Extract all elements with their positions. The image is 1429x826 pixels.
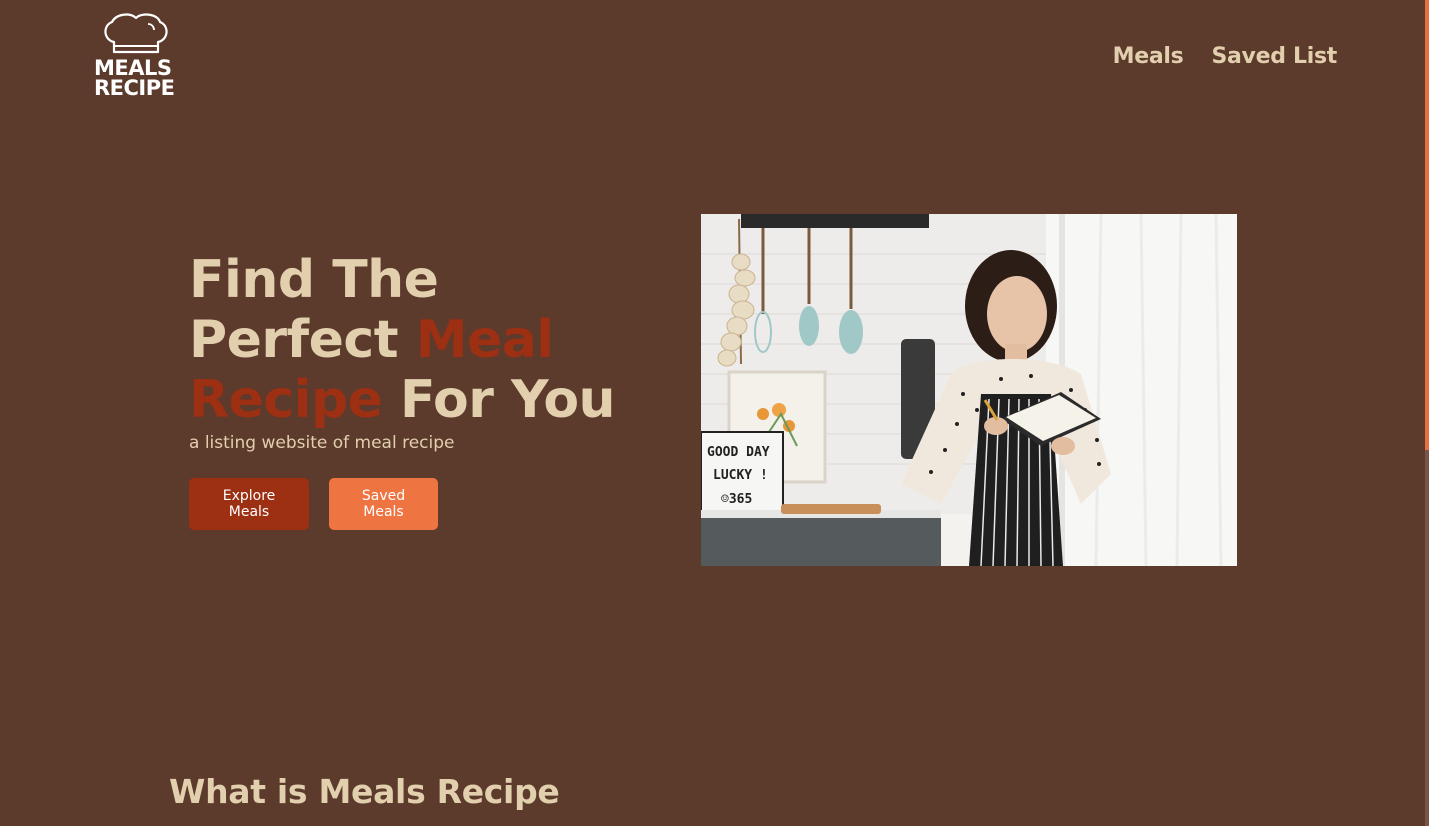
nav-link-saved-list[interactable]: Saved List: [1211, 44, 1337, 69]
hero-photo-illustration: GOOD DAY LUCKY ! ☺365: [701, 214, 1237, 566]
main-nav: Meals Saved List: [1113, 44, 1338, 69]
saved-meals-button[interactable]: Saved Meals: [329, 478, 438, 530]
hero-title-part1: Find The Perfect: [189, 250, 439, 370]
page: MEALS RECIPE Meals Saved List Find The P…: [0, 0, 1429, 826]
logo-text: MEALS RECIPE: [94, 56, 188, 100]
hero-title-part2: For You: [382, 370, 616, 430]
chef-hat-icon: [104, 13, 168, 54]
logo-line1: MEALS: [94, 56, 172, 80]
hero-title: Find The Perfect Meal Recipe For You: [189, 250, 659, 430]
sign-line1: GOOD DAY: [707, 445, 770, 460]
site-logo[interactable]: MEALS RECIPE: [92, 12, 188, 106]
about-section-title: What is Meals Recipe: [169, 772, 560, 811]
hero-image: GOOD DAY LUCKY ! ☺365: [701, 214, 1237, 566]
sign-line3: ☺365: [721, 492, 752, 507]
sign-line2: LUCKY !: [713, 468, 768, 483]
logo-line2: RECIPE: [94, 76, 175, 100]
explore-meals-button[interactable]: Explore Meals: [189, 478, 309, 530]
hero-subtitle: a listing website of meal recipe: [189, 433, 455, 453]
scrollbar-thumb[interactable]: [1425, 450, 1429, 826]
nav-link-meals[interactable]: Meals: [1113, 44, 1184, 69]
